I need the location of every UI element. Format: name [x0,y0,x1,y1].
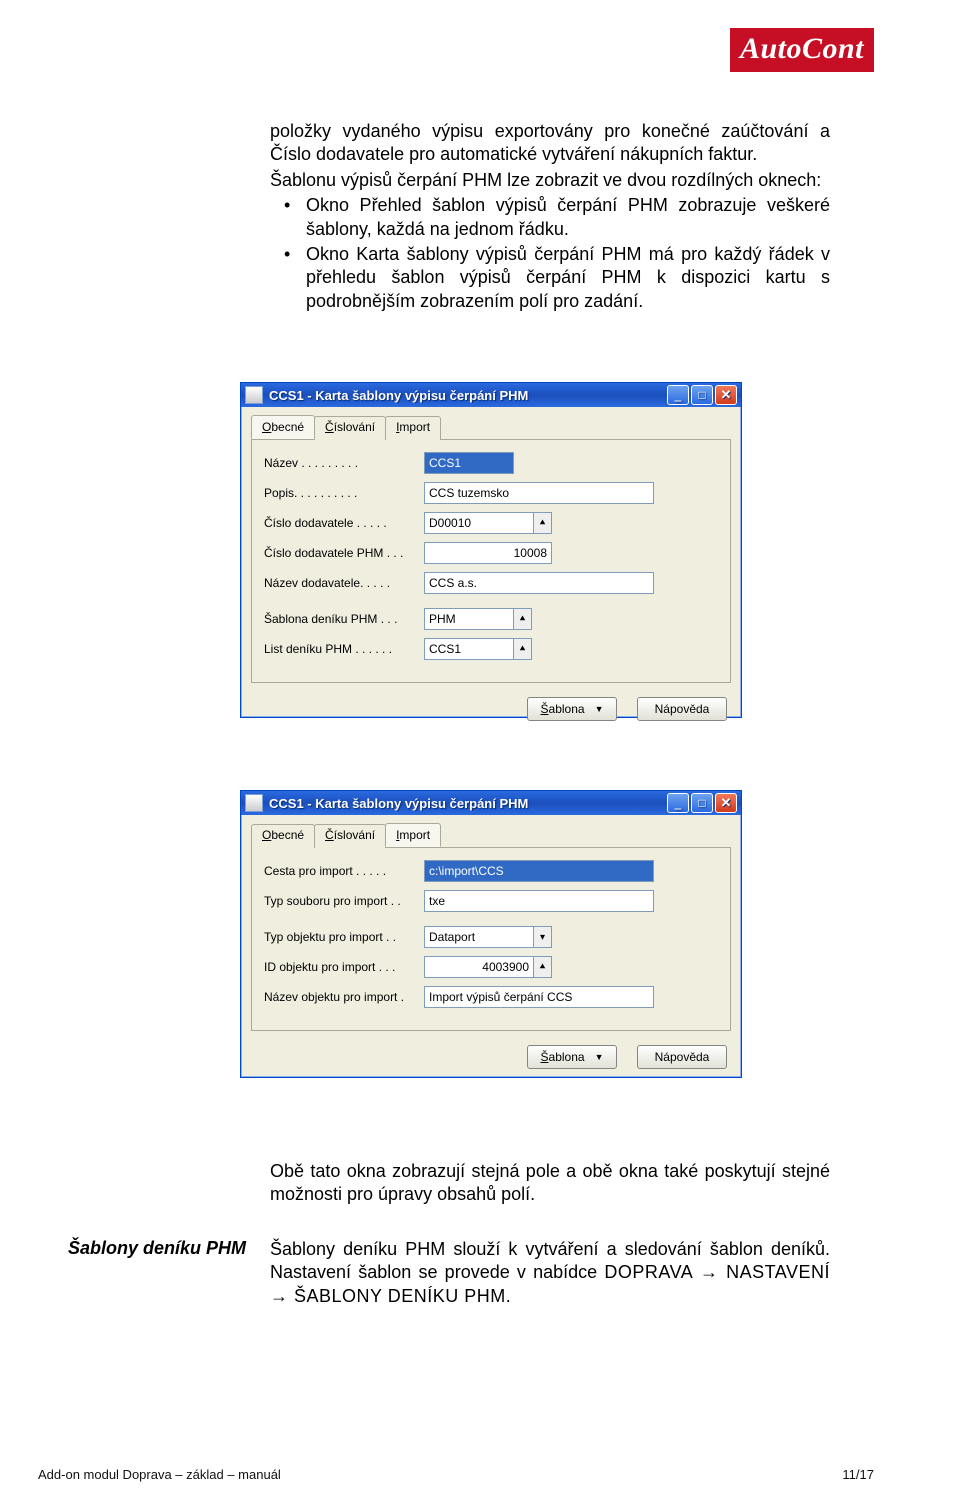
after-text-2: Šablony deníku PHM slouží k vytváření a … [270,1238,830,1308]
napoveda-button[interactable]: Nápověda [637,1045,727,1069]
input-list-deniku[interactable] [424,638,514,660]
lookup-icon[interactable]: ⯅ [514,638,532,660]
close-button[interactable]: ✕ [715,793,737,813]
label-popis: Popis. . . . . . . . . . [264,486,424,500]
tab-panel-import: Cesta pro import . . . . . Typ souboru p… [251,848,731,1031]
tab-import[interactable]: Import [385,823,441,847]
input-cislo-dodavatele-phm[interactable] [424,542,552,564]
button-row: Šablona▼ Nápověda [241,1039,741,1081]
input-sablona-deniku[interactable] [424,608,514,630]
tab-panel-obecne: Název . . . . . . . . . Popis. . . . . .… [251,440,731,683]
sablona-button[interactable]: Šablona▼ [527,1045,617,1069]
label-typ-objektu: Typ objektu pro import . . [264,930,424,944]
window-title: CCS1 - Karta šablony výpisu čerpání PHM [269,388,667,403]
page-footer: Add-on modul Doprava – základ – manuál 1… [38,1467,874,1482]
tab-cislovani[interactable]: Číslování [314,416,386,440]
label-nazev-objektu: Název objektu pro import . [264,990,424,1004]
input-nazev-objektu[interactable] [424,986,654,1008]
input-typ-objektu[interactable] [424,926,534,948]
input-popis[interactable] [424,482,654,504]
titlebar[interactable]: CCS1 - Karta šablony výpisu čerpání PHM … [241,791,741,815]
input-cislo-dodavatele[interactable] [424,512,534,534]
tab-import[interactable]: Import [385,416,441,440]
footer-left: Add-on modul Doprava – základ – manuál [38,1467,281,1482]
window-title: CCS1 - Karta šablony výpisu čerpání PHM [269,796,667,811]
label-typ-souboru: Typ souboru pro import . . [264,894,424,908]
titlebar[interactable]: CCS1 - Karta šablony výpisu čerpání PHM … [241,383,741,407]
lookup-icon[interactable]: ⯅ [534,512,552,534]
tab-obecne[interactable]: Obecné [251,824,315,848]
minimize-button[interactable]: ‗ [667,385,689,405]
input-id-objektu[interactable] [424,956,534,978]
side-heading-sablony-deniku: Šablony deníku PHM [68,1238,246,1259]
window-icon [245,386,263,404]
intro-bullet-1: Okno Přehled šablon výpisů čerpání PHM z… [306,194,830,241]
input-nazev[interactable] [424,452,514,474]
tabbar: Obecné Číslování Import [251,415,731,440]
lookup-icon[interactable]: ⯅ [514,608,532,630]
input-cesta-import[interactable] [424,860,654,882]
tabbar: Obecné Číslování Import [251,823,731,848]
label-sablona-deniku: Šablona deníku PHM . . . [264,612,424,626]
window-card-obecne: CCS1 - Karta šablony výpisu čerpání PHM … [240,382,742,718]
input-typ-souboru[interactable] [424,890,654,912]
label-cesta-import: Cesta pro import . . . . . [264,864,424,878]
intro-p2: Šablonu výpisů čerpání PHM lze zobrazit … [270,169,830,192]
minimize-button[interactable]: ‗ [667,793,689,813]
footer-page-number: 11/17 [842,1467,874,1482]
tab-cislovani[interactable]: Číslování [314,824,386,848]
maximize-button[interactable]: □ [691,385,713,405]
label-cislo-dodavatele-phm: Číslo dodavatele PHM . . . [264,546,424,560]
after-text-1: Obě tato okna zobrazují stejná pole a ob… [270,1160,830,1207]
window-icon [245,794,263,812]
label-cislo-dodavatele: Číslo dodavatele . . . . . [264,516,424,530]
brand-logo: AutoCont [730,28,874,72]
label-list-deniku: List deníku PHM . . . . . . [264,642,424,656]
button-row: Šablona▼ Nápověda [241,691,741,733]
input-nazev-dodavatele[interactable] [424,572,654,594]
maximize-button[interactable]: □ [691,793,713,813]
label-nazev: Název . . . . . . . . . [264,456,424,470]
close-button[interactable]: ✕ [715,385,737,405]
intro-p1: položky vydaného výpisu exportovány pro … [270,120,830,167]
sablona-button[interactable]: Šablona▼ [527,697,617,721]
lookup-icon[interactable]: ⯅ [534,956,552,978]
window-card-import: CCS1 - Karta šablony výpisu čerpání PHM … [240,790,742,1078]
napoveda-button[interactable]: Nápověda [637,697,727,721]
intro-bullet-2: Okno Karta šablony výpisů čerpání PHM má… [306,243,830,313]
dropdown-icon[interactable]: ▾ [534,926,552,948]
label-nazev-dodavatele: Název dodavatele. . . . . [264,576,424,590]
tab-obecne[interactable]: Obecné [251,415,315,439]
intro-text: položky vydaného výpisu exportovány pro … [270,120,830,315]
label-id-objektu: ID objektu pro import . . . [264,960,424,974]
